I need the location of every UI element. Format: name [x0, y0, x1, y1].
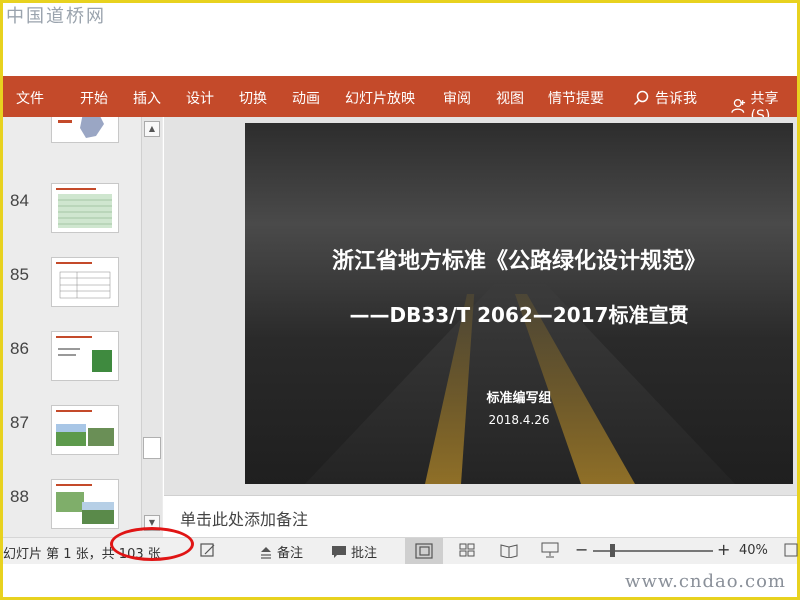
slide-thumbnail[interactable]: [51, 183, 119, 233]
watermark-bottom: www.cndao.com: [625, 571, 786, 592]
thumbnail-row[interactable]: 88: [3, 479, 143, 537]
slide-author[interactable]: 标准编写组: [245, 387, 793, 406]
tab-file[interactable]: 文件: [16, 88, 44, 108]
zoom-out-button[interactable]: −: [575, 540, 588, 559]
spellcheck-icon[interactable]: [199, 542, 217, 558]
tell-me-box[interactable]: 告诉我: [633, 88, 697, 108]
notes-button[interactable]: 备注: [259, 542, 303, 561]
thumbnail-number: 83: [10, 117, 29, 119]
slide-title[interactable]: 浙江省地方标准《公路绿化设计规范》: [245, 243, 793, 275]
zoom-in-button[interactable]: +: [717, 540, 730, 559]
tab-view[interactable]: 视图: [496, 88, 524, 108]
fit-slide-icon[interactable]: [783, 542, 800, 558]
tab-design[interactable]: 设计: [186, 88, 214, 108]
thumbnail-row[interactable]: 85: [3, 257, 143, 321]
thumbnail-number: 88: [10, 487, 29, 506]
slide-date[interactable]: 2018.4.26: [245, 413, 793, 427]
notes-placeholder: 单击此处添加备注: [180, 510, 309, 529]
normal-view-button[interactable]: [405, 538, 443, 564]
slide-thumbnail[interactable]: [51, 257, 119, 307]
thumbnail-row[interactable]: 83: [3, 117, 143, 165]
thumbnail-scrollbar[interactable]: ▲ ▼: [141, 117, 162, 531]
zoom-level[interactable]: 40%: [739, 543, 768, 558]
watermark-top: 中国道桥网: [6, 6, 106, 27]
tell-me-label: 告诉我: [655, 91, 697, 107]
slideshow-icon[interactable]: [541, 542, 559, 558]
slide-editor: 浙江省地方标准《公路绿化设计规范》 ——DB33/T 2062—2017标准宣贯…: [164, 117, 797, 495]
current-slide[interactable]: 浙江省地方标准《公路绿化设计规范》 ——DB33/T 2062—2017标准宣贯…: [245, 123, 793, 484]
thumbnail-row[interactable]: 84: [3, 183, 143, 247]
reading-view-icon[interactable]: [500, 542, 518, 558]
highlight-circle: [110, 527, 194, 561]
tab-review[interactable]: 审阅: [443, 88, 471, 108]
notes-label: 备注: [277, 546, 304, 561]
thumbnail-number: 86: [10, 339, 29, 358]
notes-icon: [261, 546, 271, 559]
ribbon-tabs: 文件 开始 插入 设计 切换 动画 幻灯片放映 审阅 视图 情节提要 告诉我 共…: [3, 76, 797, 124]
tab-home[interactable]: 开始: [80, 88, 108, 108]
person-icon: [731, 99, 746, 113]
tab-transitions[interactable]: 切换: [239, 88, 267, 108]
comments-label: 批注: [351, 546, 378, 561]
notes-pane[interactable]: 单击此处添加备注: [164, 495, 797, 536]
thumbnail-number: 85: [10, 265, 29, 284]
scroll-thumb[interactable]: [143, 437, 161, 459]
search-icon: [633, 90, 649, 106]
thumbnail-number: 87: [10, 413, 29, 432]
tab-insert[interactable]: 插入: [133, 88, 161, 108]
scroll-up-arrow[interactable]: ▲: [144, 121, 160, 137]
normal-view-icon: [415, 543, 433, 559]
slide-thumbnail[interactable]: [51, 405, 119, 455]
tab-slideshow[interactable]: 幻灯片放映: [345, 88, 415, 108]
slide-thumbnail[interactable]: [51, 331, 119, 381]
slide-thumbnail-pane[interactable]: 83 84 85: [3, 117, 163, 537]
tab-storyboarding[interactable]: 情节提要: [548, 88, 604, 108]
zoom-slider-handle[interactable]: [610, 544, 615, 557]
thumbnail-row[interactable]: 86: [3, 331, 143, 395]
slide-thumbnail[interactable]: [51, 117, 119, 143]
slide-thumbnail[interactable]: [51, 479, 119, 529]
comment-icon: [332, 545, 346, 558]
tab-animations[interactable]: 动画: [292, 88, 320, 108]
comments-button[interactable]: 批注: [331, 542, 377, 561]
thumbnail-row[interactable]: 87: [3, 405, 143, 469]
slide-subtitle[interactable]: ——DB33/T 2062—2017标准宣贯: [245, 299, 793, 328]
slide-sorter-icon[interactable]: [458, 542, 476, 558]
thumbnail-number: 84: [10, 191, 29, 210]
